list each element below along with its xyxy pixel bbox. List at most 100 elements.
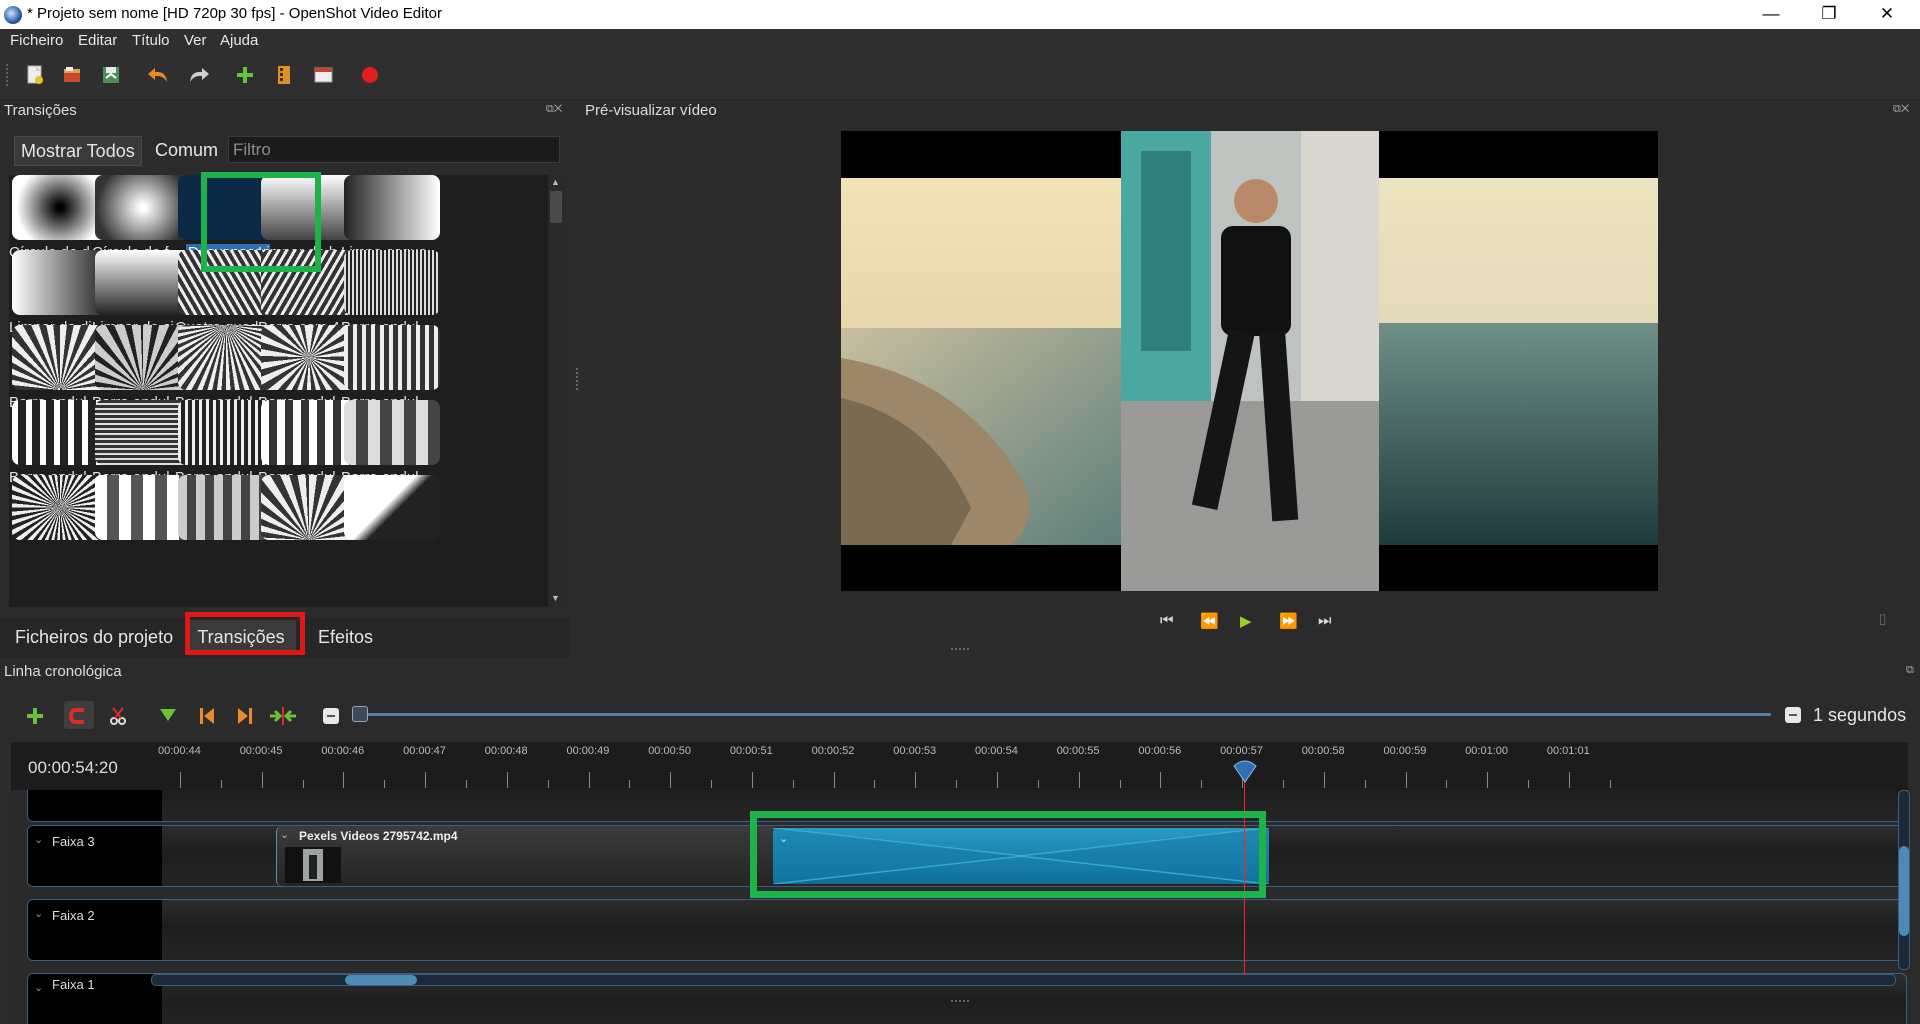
- playhead-marker[interactable]: [1232, 758, 1258, 784]
- ruler-major-tick: [915, 772, 917, 788]
- track-faixa-2[interactable]: ⌄ Faixa 2: [27, 899, 1907, 961]
- scroll-down-icon[interactable]: ▼: [551, 593, 560, 603]
- menu-editar[interactable]: Editar: [78, 32, 117, 49]
- ruler-major-tick: [588, 772, 590, 788]
- common-button[interactable]: Comum: [149, 136, 224, 164]
- transition-thumbnail: [344, 250, 440, 315]
- ruler-time-label: 00:00:52: [811, 745, 855, 757]
- menu-ver[interactable]: Ver: [184, 32, 207, 49]
- splitter-handle-horizontal[interactable]: [951, 648, 969, 650]
- ruler-minor-tick: [220, 780, 222, 788]
- toolbar-grip[interactable]: [6, 64, 11, 86]
- next-marker-icon[interactable]: [234, 705, 256, 727]
- add-marker-icon[interactable]: [157, 705, 179, 727]
- jump-end-icon[interactable]: ⏭: [1318, 612, 1332, 629]
- import-files-icon[interactable]: [235, 65, 255, 85]
- bottom-splitter-handle[interactable]: [951, 1000, 969, 1002]
- profile-icon[interactable]: [274, 64, 294, 86]
- track-header[interactable]: ⌄ Faixa 1: [28, 974, 162, 1024]
- timeline-vertical-scrollbar[interactable]: [1898, 790, 1910, 970]
- collapse-chevron-icon[interactable]: ⌄: [34, 981, 43, 994]
- ruler-minor-tick: [956, 780, 958, 788]
- zoom-slider-handle[interactable]: [352, 706, 368, 722]
- collapse-chevron-icon[interactable]: ⌄: [34, 833, 43, 846]
- ruler-major-tick: [833, 772, 835, 788]
- ruler-time-label: 00:00:46: [321, 745, 365, 757]
- fast-forward-icon[interactable]: ⏩: [1279, 612, 1298, 630]
- collapse-chevron-icon[interactable]: ⌄: [34, 907, 43, 920]
- previous-marker-icon[interactable]: [196, 705, 218, 727]
- razor-icon[interactable]: [108, 705, 130, 727]
- ruler-major-tick: [751, 772, 753, 788]
- ruler-time-label: 00:00:49: [566, 745, 610, 757]
- center-playhead-icon[interactable]: [268, 705, 298, 727]
- video-clip[interactable]: ⌄ Pexels Videos 2795742.mp4: [276, 826, 777, 886]
- menu-ajuda[interactable]: Ajuda: [220, 32, 258, 49]
- sea-right-image: [1379, 178, 1658, 545]
- track-header[interactable]: ⌄ Faixa 2: [28, 900, 162, 960]
- jump-start-icon[interactable]: ⏮: [1160, 612, 1174, 629]
- ruler-minor-tick: [384, 780, 386, 788]
- timeline-horizontal-scrollbar[interactable]: [151, 974, 1896, 986]
- ruler-minor-tick: [302, 780, 304, 788]
- ruler-minor-tick: [1528, 780, 1530, 788]
- ruler-time-label: 00:01:00: [1465, 745, 1509, 757]
- ruler-major-tick: [343, 772, 345, 788]
- show-all-button[interactable]: Mostrar Todos: [14, 136, 142, 166]
- ruler-major-tick: [1487, 772, 1489, 788]
- dock-float-close-icons[interactable]: ⧉✕: [546, 103, 562, 116]
- timeline-scroll-thumb[interactable]: [345, 975, 417, 985]
- transition-thumbnail: [344, 175, 440, 240]
- ruler-major-tick: [1568, 772, 1570, 788]
- ruler-time-label: 00:00:56: [1138, 745, 1182, 757]
- scroll-up-icon[interactable]: ▲: [551, 177, 560, 187]
- ruler-time-label: 00:01:01: [1546, 745, 1590, 757]
- zoom-level-label: 1 segundos: [1813, 705, 1907, 725]
- current-time-display: 00:00:54:20: [28, 758, 118, 777]
- scroll-thumb[interactable]: [550, 191, 562, 223]
- tab-effects[interactable]: Efeitos: [318, 620, 373, 654]
- clip-name: Pexels Videos 2795742.mp4: [299, 829, 458, 843]
- new-project-icon[interactable]: [24, 64, 46, 86]
- ruler-major-tick: [1323, 772, 1325, 788]
- timeline-vscroll-thumb[interactable]: [1899, 846, 1909, 936]
- snapshot-camera-icon[interactable]: ⌷: [1878, 612, 1887, 629]
- timeline-dock-icons[interactable]: ⧉: [1906, 664, 1914, 677]
- beach-left-image: [841, 178, 1121, 545]
- ruler-major-tick: [1078, 772, 1080, 788]
- ruler-minor-tick: [874, 780, 876, 788]
- open-project-icon[interactable]: [61, 64, 83, 86]
- close-button[interactable]: ✕: [1858, 0, 1916, 29]
- splitter-handle[interactable]: [576, 368, 581, 390]
- redo-icon[interactable]: [187, 64, 211, 86]
- track-header[interactable]: ⌄ Faixa 3: [28, 826, 162, 886]
- track-name: Faixa 2: [52, 908, 95, 923]
- menu-titulo[interactable]: Título: [132, 32, 170, 49]
- zoom-fit-icon[interactable]: [320, 705, 342, 727]
- transition-item[interactable]: [341, 475, 443, 567]
- ruler-minor-tick: [629, 780, 631, 788]
- record-icon[interactable]: [360, 65, 380, 85]
- minimize-button[interactable]: —: [1742, 0, 1800, 29]
- tab-project-files[interactable]: Ficheiros do projeto: [15, 620, 173, 654]
- clip-menu-chevron-icon[interactable]: ⌄: [280, 828, 289, 841]
- undo-icon[interactable]: [146, 64, 170, 86]
- track-name: Faixa 1: [52, 977, 95, 992]
- transitions-dock-title: Transições: [4, 102, 77, 119]
- timeline-ruler[interactable]: 00:00:44 00:00:45 00:00:46 00:00:47 00:00:48…: [11, 742, 1908, 790]
- add-track-icon[interactable]: [24, 705, 46, 727]
- zoom-slider-track[interactable]: [360, 713, 1771, 716]
- maximize-button[interactable]: ❐: [1800, 0, 1858, 29]
- save-project-icon[interactable]: [100, 64, 122, 86]
- highlight-transitions-tab: [185, 612, 305, 655]
- filter-input[interactable]: [228, 136, 560, 163]
- menu-ficheiro[interactable]: Ficheiro: [10, 32, 63, 49]
- fullscreen-icon[interactable]: [313, 65, 335, 85]
- ruler-minor-tick: [1037, 780, 1039, 788]
- rewind-icon[interactable]: ⏪: [1200, 612, 1219, 630]
- preview-dock-icons[interactable]: ⧉✕: [1893, 103, 1909, 116]
- transitions-scrollbar[interactable]: ▲ ▼: [548, 175, 564, 607]
- ruler-time-label: 00:00:55: [1056, 745, 1100, 757]
- play-icon[interactable]: ▶: [1240, 612, 1252, 630]
- openshot-logo-icon: [4, 6, 22, 24]
